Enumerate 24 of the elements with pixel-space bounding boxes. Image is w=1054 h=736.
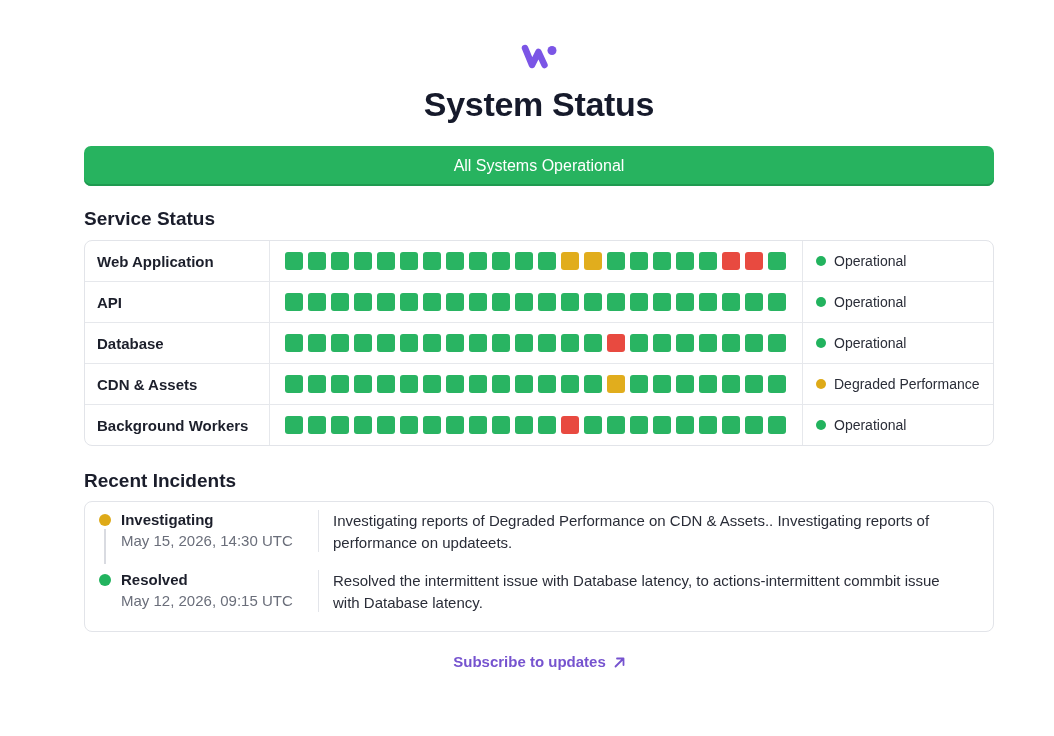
timeline-line: [104, 529, 106, 564]
service-name: Database: [85, 323, 270, 363]
incident-status: Resolved: [121, 570, 189, 590]
page-title: System Status: [422, 84, 656, 124]
status-label: Operational: [834, 335, 907, 351]
service-name: CDN & Assets: [85, 364, 270, 404]
status-label: Operational: [834, 417, 907, 433]
incident-description: Investigating reports of Degraded Performance on CDN & Assets.. Investigating reports of performance on updateets.: [333, 511, 931, 553]
status-label: Operational: [834, 253, 907, 269]
service-name: API: [85, 282, 270, 322]
service-name: Background Workers: [85, 405, 270, 445]
logo-icon: [521, 43, 557, 70]
incident-time: May 12, 2026, 09:15 UTC: [121, 591, 294, 611]
subscribe-link[interactable]: Subscribe to updates: [453, 652, 625, 672]
status-banner: All Systems Operational: [84, 146, 994, 186]
status-label: Operational: [834, 294, 907, 310]
incident-time: May 15, 2026, 14:30 UTC: [121, 531, 294, 551]
service-name: Web Application: [85, 241, 270, 281]
status-label: Degraded Performance: [834, 376, 980, 392]
incident-status: Investigating: [121, 510, 215, 530]
arrow-icon: [613, 656, 625, 668]
section-heading: Recent Incidents: [84, 469, 238, 493]
incident-description: Resolved the intermittent issue with Database latency, to actions-intermittent commbit issue with Database latency.: [333, 571, 941, 613]
section-heading: Service Status: [84, 207, 216, 231]
